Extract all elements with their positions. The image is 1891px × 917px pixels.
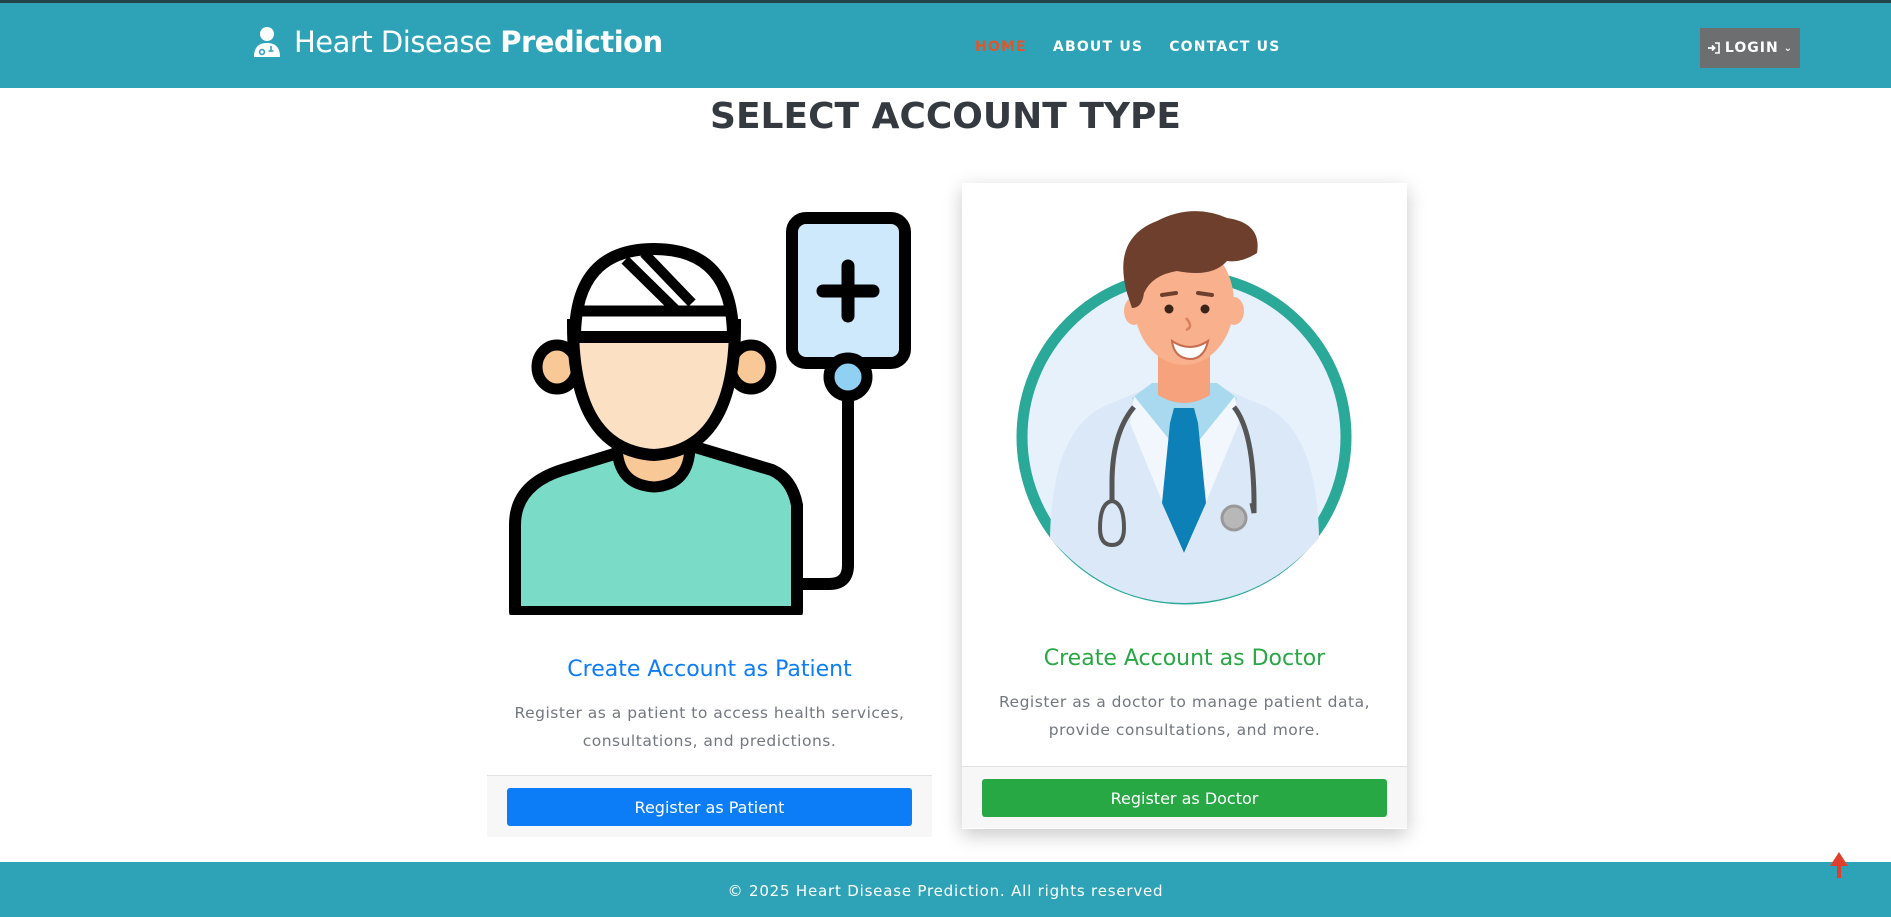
register-doctor-button[interactable]: Register as Doctor (982, 779, 1387, 817)
brand-title-light: Heart Disease (294, 25, 501, 59)
brand-logo[interactable]: Heart Disease Prediction (252, 25, 663, 59)
patient-desc-line-1: Register as a patient to access health s… (514, 704, 905, 722)
sign-in-icon (1707, 42, 1720, 54)
nav-contact-us[interactable]: CONTACT US (1169, 39, 1280, 55)
login-label: LOGIN (1724, 40, 1779, 56)
patient-card-footer: Register as Patient (487, 775, 932, 837)
doctor-card-description: Register as a doctor to manage patient d… (982, 688, 1387, 744)
main-nav: HOME ABOUT US CONTACT US (975, 39, 1281, 55)
chevron-down-icon: ⌄ (1783, 42, 1794, 54)
doctor-illustration (1016, 211, 1352, 605)
login-dropdown-button[interactable]: LOGIN ⌄ (1700, 28, 1800, 68)
top-navbar: Heart Disease Prediction HOME ABOUT US C… (0, 0, 1891, 88)
arrow-up-icon[interactable] (1827, 850, 1851, 880)
doctor-card-title: Create Account as Doctor (1043, 646, 1326, 671)
nav-home[interactable]: HOME (975, 39, 1027, 55)
patient-account-card: Create Account as Patient Register as a … (487, 185, 932, 839)
page-footer: © 2025 Heart Disease Prediction. All rig… (0, 862, 1891, 917)
doctor-desc-line-2: provide consultations, and more. (1048, 721, 1321, 739)
doctor-card-footer: Register as Doctor (962, 766, 1407, 828)
doctor-account-card: Create Account as Doctor Register as a d… (962, 183, 1407, 829)
register-patient-button[interactable]: Register as Patient (507, 788, 912, 826)
patient-illustration (509, 212, 911, 615)
copyright-text: © 2025 Heart Disease Prediction. All rig… (727, 882, 1164, 900)
patient-desc-line-2: consultations, and predictions. (582, 732, 837, 750)
doctor-desc-line-1: Register as a doctor to manage patient d… (998, 693, 1370, 711)
patient-card-title: Create Account as Patient (567, 657, 852, 682)
nav-about-us[interactable]: ABOUT US (1053, 39, 1143, 55)
doctor-user-icon (254, 27, 280, 57)
brand-title-bold: Prediction (500, 25, 663, 59)
patient-card-description: Register as a patient to access health s… (507, 699, 912, 755)
page-title: SELECT ACCOUNT TYPE (710, 96, 1181, 137)
